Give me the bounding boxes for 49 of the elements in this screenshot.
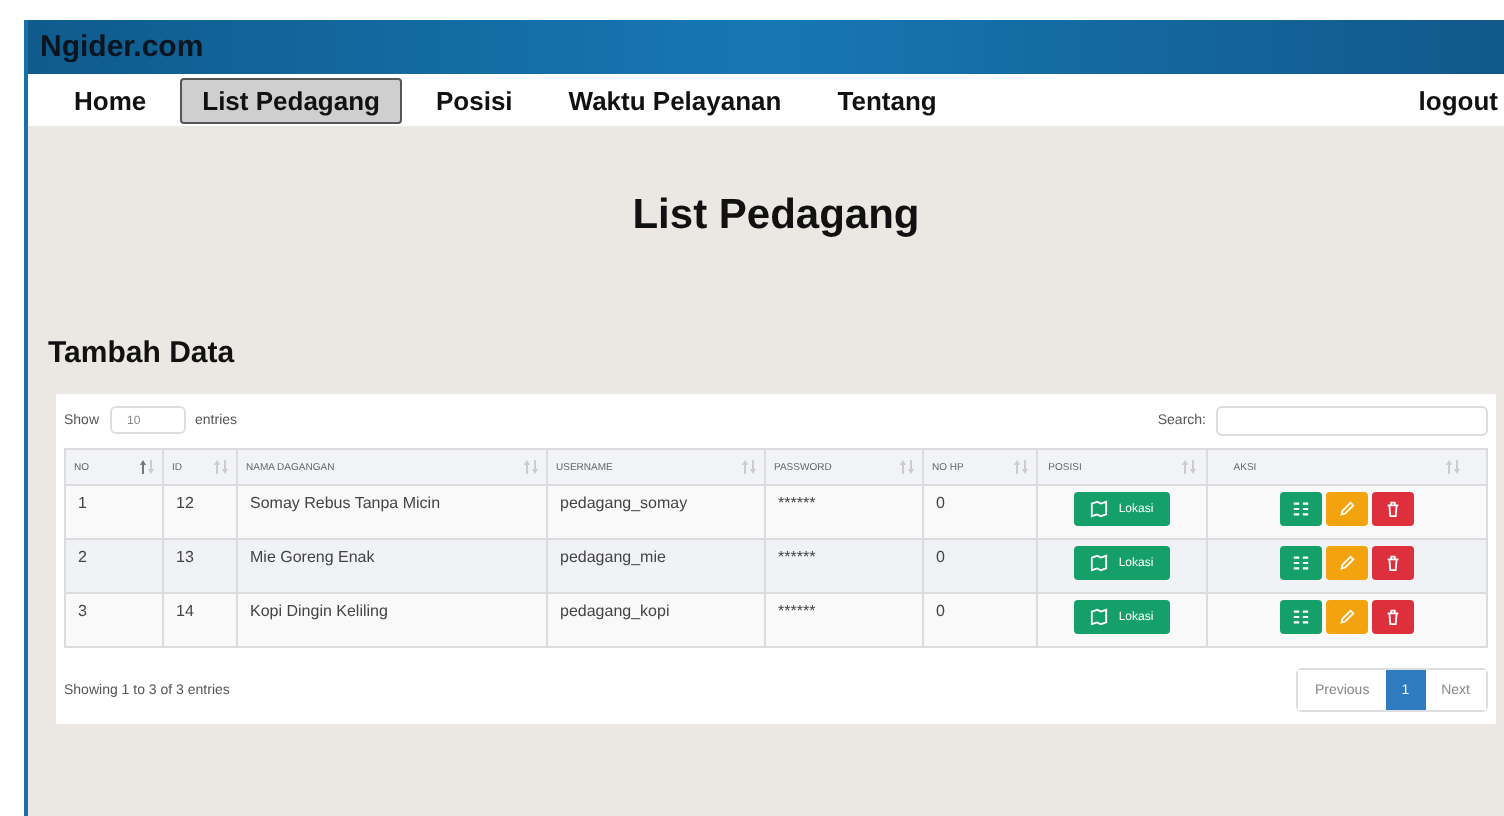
table-cell: ****** xyxy=(778,602,816,620)
map-icon xyxy=(1090,500,1109,518)
pencil-icon xyxy=(1338,500,1356,518)
map-icon xyxy=(1090,554,1109,572)
pencil-icon xyxy=(1338,554,1356,572)
edit-button[interactable] xyxy=(1326,600,1368,634)
list-icon xyxy=(1292,608,1310,626)
table-cell: 2 xyxy=(78,548,87,566)
table-cell: ****** xyxy=(778,548,816,566)
logout-link[interactable]: logout xyxy=(1396,77,1504,123)
table-cell: Kopi Dingin Keliling xyxy=(250,602,388,620)
table-cell: Somay Rebus Tanpa Micin xyxy=(250,494,441,512)
table-cell: 0 xyxy=(936,494,945,512)
page-heading: List Pedagang xyxy=(630,192,922,240)
table-cell: Mie Goreng Enak xyxy=(250,548,375,566)
table-cell: 3 xyxy=(78,602,87,620)
table-cell: pedagang_somay xyxy=(560,494,688,512)
trash-icon xyxy=(1384,500,1402,518)
list-icon xyxy=(1292,554,1310,572)
nav-link[interactable]: Tentang xyxy=(815,77,959,123)
pencil-icon xyxy=(1338,608,1356,626)
table-cell: 14 xyxy=(176,602,194,620)
delete-button[interactable] xyxy=(1372,600,1414,634)
edit-button[interactable] xyxy=(1326,492,1368,526)
search-field[interactable] xyxy=(1216,405,1488,435)
detail-button[interactable] xyxy=(1280,546,1322,580)
table-cell: ****** xyxy=(778,494,816,512)
nav-link[interactable]: Posisi xyxy=(413,77,535,123)
trash-icon xyxy=(1384,554,1402,572)
delete-button[interactable] xyxy=(1372,546,1414,580)
list-icon xyxy=(1292,500,1310,518)
table-cell: 1 xyxy=(78,494,87,512)
site-title: Ngider.com xyxy=(40,30,204,64)
table-cell: 13 xyxy=(176,548,194,566)
edit-button[interactable] xyxy=(1326,546,1368,580)
detail-button[interactable] xyxy=(1280,600,1322,634)
nav-link[interactable]: Waktu Pelayanan xyxy=(546,77,804,123)
nav-link[interactable]: List Pedagang xyxy=(180,77,402,123)
trash-icon xyxy=(1384,608,1402,626)
detail-button[interactable] xyxy=(1280,492,1322,526)
nav-link[interactable]: Home xyxy=(52,77,169,123)
table-cell: 0 xyxy=(936,548,945,566)
table-cell: 0 xyxy=(936,602,945,620)
table-cell: pedagang_kopi xyxy=(560,602,670,620)
delete-button[interactable] xyxy=(1372,492,1414,526)
table-cell: pedagang_mie xyxy=(560,548,666,566)
add-data-link[interactable]: Tambah Data xyxy=(48,336,235,370)
table-cell: 12 xyxy=(176,494,194,512)
map-icon xyxy=(1090,608,1109,626)
